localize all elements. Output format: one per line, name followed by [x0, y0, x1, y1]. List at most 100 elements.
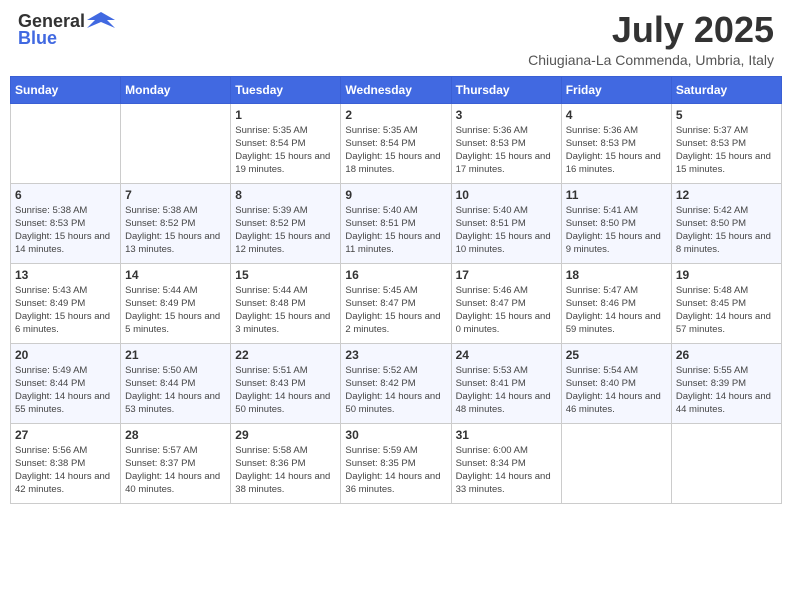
- day-info: Sunrise: 5:35 AMSunset: 8:54 PMDaylight:…: [345, 124, 446, 177]
- day-number: 12: [676, 188, 777, 202]
- day-number: 19: [676, 268, 777, 282]
- calendar-week-4: 20Sunrise: 5:49 AMSunset: 8:44 PMDayligh…: [11, 343, 782, 423]
- table-row: 31Sunrise: 6:00 AMSunset: 8:34 PMDayligh…: [451, 423, 561, 503]
- day-info: Sunrise: 5:39 AMSunset: 8:52 PMDaylight:…: [235, 204, 336, 257]
- logo-bird-icon: [87, 10, 115, 32]
- table-row: [561, 423, 671, 503]
- logo: General Blue: [18, 10, 115, 49]
- daylight-text: Daylight: 14 hours and 36 minutes.: [345, 470, 446, 497]
- daylight-text: Daylight: 14 hours and 59 minutes.: [566, 310, 667, 337]
- sunrise-text: Sunrise: 5:50 AM: [125, 364, 226, 377]
- sunrise-text: Sunrise: 5:44 AM: [235, 284, 336, 297]
- table-row: 4 Sunrise: 5:36 AMSunset: 8:53 PMDaylight…: [561, 103, 671, 183]
- day-info: Sunrise: 5:43 AMSunset: 8:49 PMDaylight:…: [15, 284, 116, 337]
- daylight-text: Daylight: 15 hours and 11 minutes.: [345, 230, 446, 257]
- day-info: Sunrise: 5:37 AMSunset: 8:53 PMDaylight:…: [676, 124, 777, 177]
- table-row: 12 Sunrise: 5:42 AMSunset: 8:50 PMDayligh…: [671, 183, 781, 263]
- table-row: 2Sunrise: 5:35 AMSunset: 8:54 PMDaylight…: [341, 103, 451, 183]
- table-row: 26 Sunrise: 5:55 AMSunset: 8:39 PMDayligh…: [671, 343, 781, 423]
- day-info: Sunrise: 5:45 AMSunset: 8:47 PMDaylight:…: [345, 284, 446, 337]
- day-number: 7: [125, 188, 226, 202]
- day-number: 15: [235, 268, 336, 282]
- day-info: Sunrise: 5:58 AMSunset: 8:36 PMDaylight:…: [235, 444, 336, 497]
- day-info: Sunrise: 5:42 AMSunset: 8:50 PMDaylight:…: [676, 204, 777, 257]
- day-number: 3: [456, 108, 557, 122]
- table-row: 17Sunrise: 5:46 AMSunset: 8:47 PMDayligh…: [451, 263, 561, 343]
- sunrise-text: Sunrise: 5:35 AM: [235, 124, 336, 137]
- day-number: 6: [15, 188, 116, 202]
- calendar-week-1: 1Sunrise: 5:35 AMSunset: 8:54 PMDaylight…: [11, 103, 782, 183]
- day-info: Sunrise: 5:55 AMSunset: 8:39 PMDaylight:…: [676, 364, 777, 417]
- daylight-text: Daylight: 15 hours and 6 minutes.: [15, 310, 116, 337]
- daylight-text: Daylight: 14 hours and 57 minutes.: [676, 310, 777, 337]
- calendar-week-2: 6Sunrise: 5:38 AMSunset: 8:53 PMDaylight…: [11, 183, 782, 263]
- sunset-text: Sunset: 8:53 PM: [456, 137, 557, 150]
- month-title: July 2025: [528, 10, 774, 50]
- sunrise-text: Sunrise: 5:40 AM: [345, 204, 446, 217]
- sunrise-text: Sunrise: 5:54 AM: [566, 364, 667, 377]
- sunset-text: Sunset: 8:54 PM: [345, 137, 446, 150]
- day-info: Sunrise: 5:36 AMSunset: 8:53 PMDaylight:…: [566, 124, 667, 177]
- daylight-text: Daylight: 14 hours and 38 minutes.: [235, 470, 336, 497]
- day-info: Sunrise: 5:40 AMSunset: 8:51 PMDaylight:…: [456, 204, 557, 257]
- col-tuesday: Tuesday: [231, 76, 341, 103]
- table-row: [121, 103, 231, 183]
- daylight-text: Daylight: 15 hours and 0 minutes.: [456, 310, 557, 337]
- sunset-text: Sunset: 8:52 PM: [235, 217, 336, 230]
- sunset-text: Sunset: 8:53 PM: [676, 137, 777, 150]
- day-info: Sunrise: 5:50 AMSunset: 8:44 PMDaylight:…: [125, 364, 226, 417]
- day-info: Sunrise: 5:44 AMSunset: 8:49 PMDaylight:…: [125, 284, 226, 337]
- sunrise-text: Sunrise: 5:39 AM: [235, 204, 336, 217]
- day-info: Sunrise: 5:53 AMSunset: 8:41 PMDaylight:…: [456, 364, 557, 417]
- sunset-text: Sunset: 8:52 PM: [125, 217, 226, 230]
- sunrise-text: Sunrise: 5:58 AM: [235, 444, 336, 457]
- sunrise-text: Sunrise: 5:35 AM: [345, 124, 446, 137]
- sunrise-text: Sunrise: 5:41 AM: [566, 204, 667, 217]
- table-row: 1Sunrise: 5:35 AMSunset: 8:54 PMDaylight…: [231, 103, 341, 183]
- col-saturday: Saturday: [671, 76, 781, 103]
- sunrise-text: Sunrise: 5:59 AM: [345, 444, 446, 457]
- sunset-text: Sunset: 8:49 PM: [15, 297, 116, 310]
- sunset-text: Sunset: 8:43 PM: [235, 377, 336, 390]
- daylight-text: Daylight: 15 hours and 3 minutes.: [235, 310, 336, 337]
- sunrise-text: Sunrise: 6:00 AM: [456, 444, 557, 457]
- table-row: 30Sunrise: 5:59 AMSunset: 8:35 PMDayligh…: [341, 423, 451, 503]
- calendar-week-3: 13 Sunrise: 5:43 AMSunset: 8:49 PMDayligh…: [11, 263, 782, 343]
- col-sunday: Sunday: [11, 76, 121, 103]
- day-number: 4: [566, 108, 667, 122]
- day-info: Sunrise: 5:56 AMSunset: 8:38 PMDaylight:…: [15, 444, 116, 497]
- table-row: [11, 103, 121, 183]
- table-row: 28Sunrise: 5:57 AMSunset: 8:37 PMDayligh…: [121, 423, 231, 503]
- sunrise-text: Sunrise: 5:36 AM: [456, 124, 557, 137]
- day-info: Sunrise: 5:36 AMSunset: 8:53 PMDaylight:…: [456, 124, 557, 177]
- table-row: 14Sunrise: 5:44 AMSunset: 8:49 PMDayligh…: [121, 263, 231, 343]
- table-row: 5Sunrise: 5:37 AMSunset: 8:53 PMDaylight…: [671, 103, 781, 183]
- day-number: 21: [125, 348, 226, 362]
- sunset-text: Sunset: 8:51 PM: [345, 217, 446, 230]
- sunrise-text: Sunrise: 5:42 AM: [676, 204, 777, 217]
- daylight-text: Daylight: 15 hours and 15 minutes.: [676, 150, 777, 177]
- day-number: 22: [235, 348, 336, 362]
- table-row: 21 Sunrise: 5:50 AMSunset: 8:44 PMDayligh…: [121, 343, 231, 423]
- table-row: 13 Sunrise: 5:43 AMSunset: 8:49 PMDayligh…: [11, 263, 121, 343]
- day-info: Sunrise: 5:47 AMSunset: 8:46 PMDaylight:…: [566, 284, 667, 337]
- sunrise-text: Sunrise: 5:38 AM: [125, 204, 226, 217]
- day-number: 26: [676, 348, 777, 362]
- daylight-text: Daylight: 15 hours and 10 minutes.: [456, 230, 557, 257]
- col-monday: Monday: [121, 76, 231, 103]
- sunset-text: Sunset: 8:41 PM: [456, 377, 557, 390]
- table-row: 19Sunrise: 5:48 AMSunset: 8:45 PMDayligh…: [671, 263, 781, 343]
- day-number: 27: [15, 428, 116, 442]
- sunset-text: Sunset: 8:36 PM: [235, 457, 336, 470]
- day-info: Sunrise: 6:00 AMSunset: 8:34 PMDaylight:…: [456, 444, 557, 497]
- daylight-text: Daylight: 14 hours and 50 minutes.: [235, 390, 336, 417]
- table-row: 10Sunrise: 5:40 AMSunset: 8:51 PMDayligh…: [451, 183, 561, 263]
- sunrise-text: Sunrise: 5:57 AM: [125, 444, 226, 457]
- table-row: 22Sunrise: 5:51 AMSunset: 8:43 PMDayligh…: [231, 343, 341, 423]
- sunset-text: Sunset: 8:51 PM: [456, 217, 557, 230]
- day-info: Sunrise: 5:41 AMSunset: 8:50 PMDaylight:…: [566, 204, 667, 257]
- daylight-text: Daylight: 15 hours and 16 minutes.: [566, 150, 667, 177]
- day-number: 13: [15, 268, 116, 282]
- calendar-week-5: 27 Sunrise: 5:56 AMSunset: 8:38 PMDayligh…: [11, 423, 782, 503]
- col-thursday: Thursday: [451, 76, 561, 103]
